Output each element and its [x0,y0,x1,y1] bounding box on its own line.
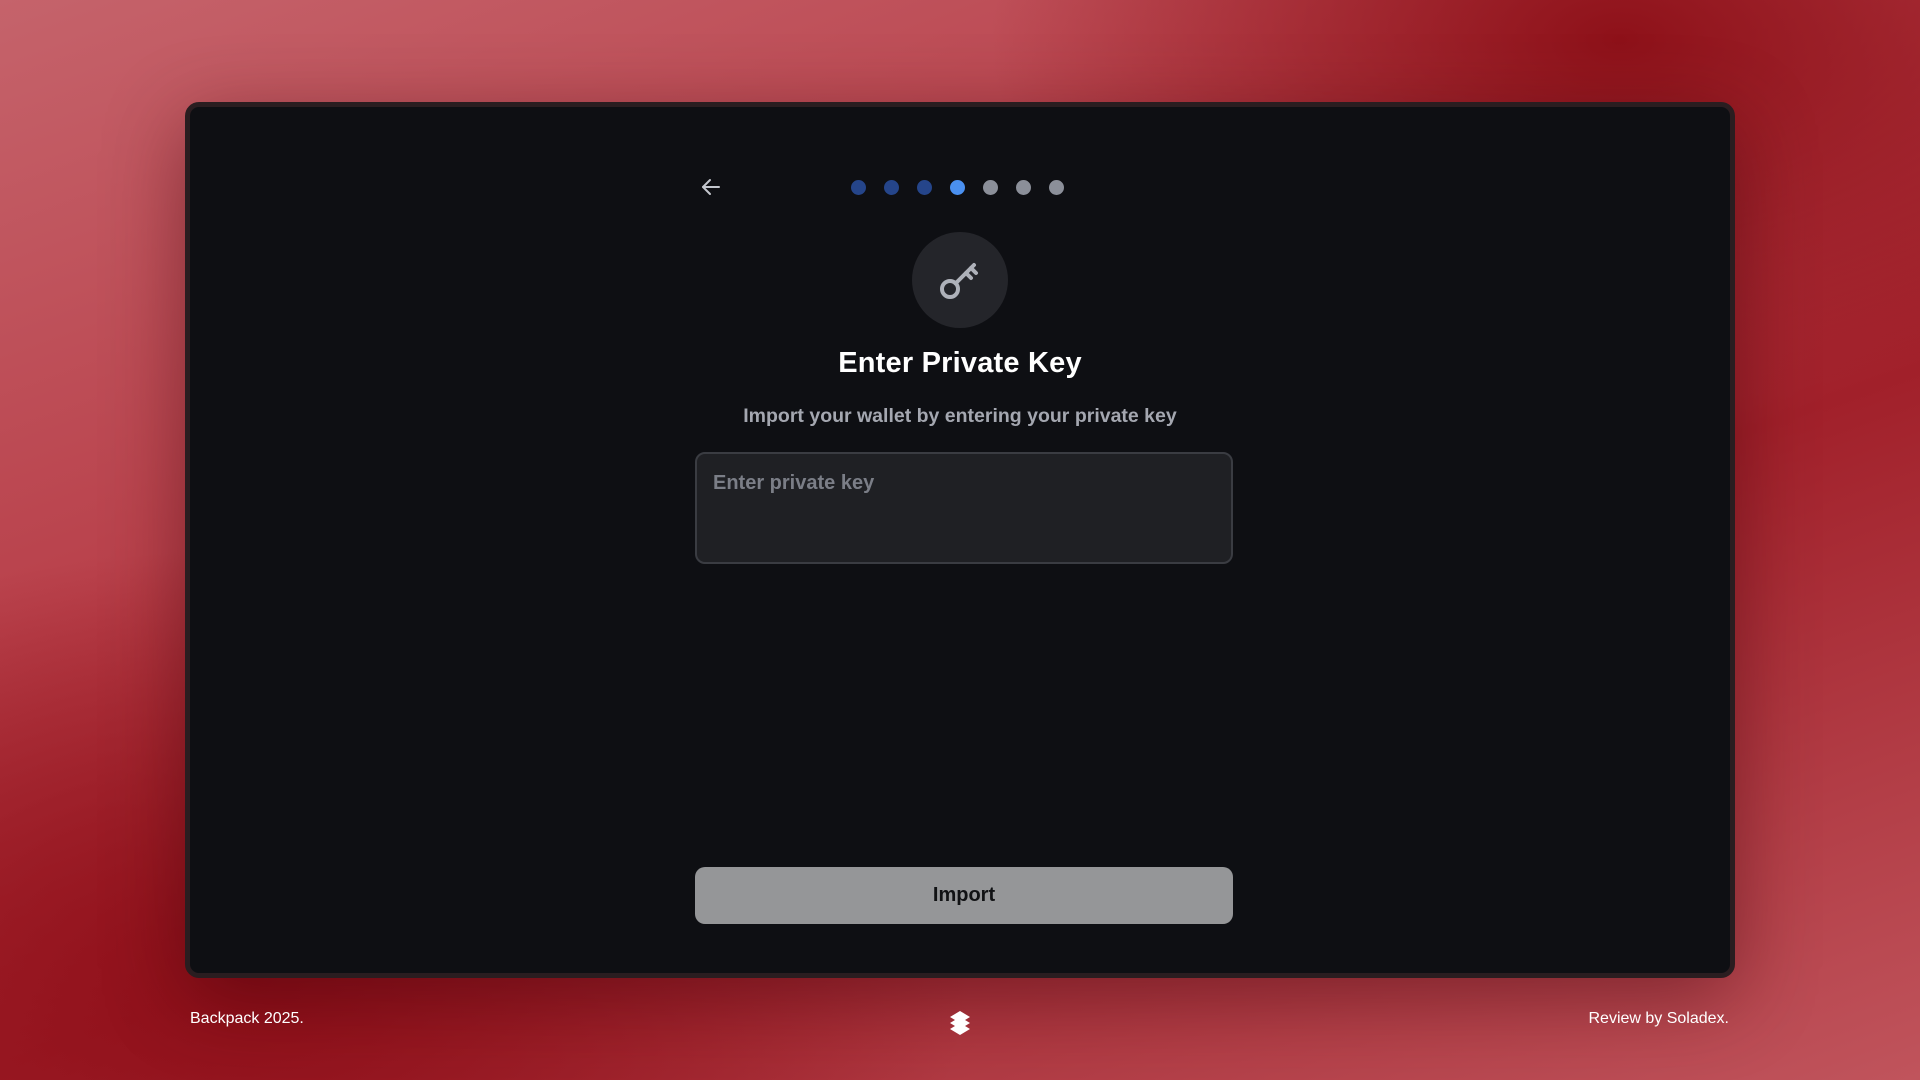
import-button[interactable]: Import [695,867,1233,924]
page-subtitle: Import your wallet by entering your priv… [743,405,1177,427]
step-dot-2 [884,180,899,195]
step-dot-5 [983,180,998,195]
back-button[interactable] [693,169,729,205]
step-dot-3 [917,180,932,195]
key-icon-badge [912,232,1008,328]
step-indicator [851,180,1064,195]
step-dot-7 [1049,180,1064,195]
onboarding-window: Enter Private Key Import your wallet by … [185,102,1735,978]
step-dot-4 [950,180,965,195]
backpack-logo-icon [950,1011,970,1035]
page-title: Enter Private Key [838,347,1082,379]
arrow-left-icon [702,179,720,195]
step-dot-1 [851,180,866,195]
private-key-input[interactable] [695,452,1233,564]
key-icon [940,263,978,299]
footer-copyright: Backpack 2025. [190,1010,304,1027]
step-dot-6 [1016,180,1031,195]
footer-review-credit: Review by Soladex. [1588,1010,1729,1027]
